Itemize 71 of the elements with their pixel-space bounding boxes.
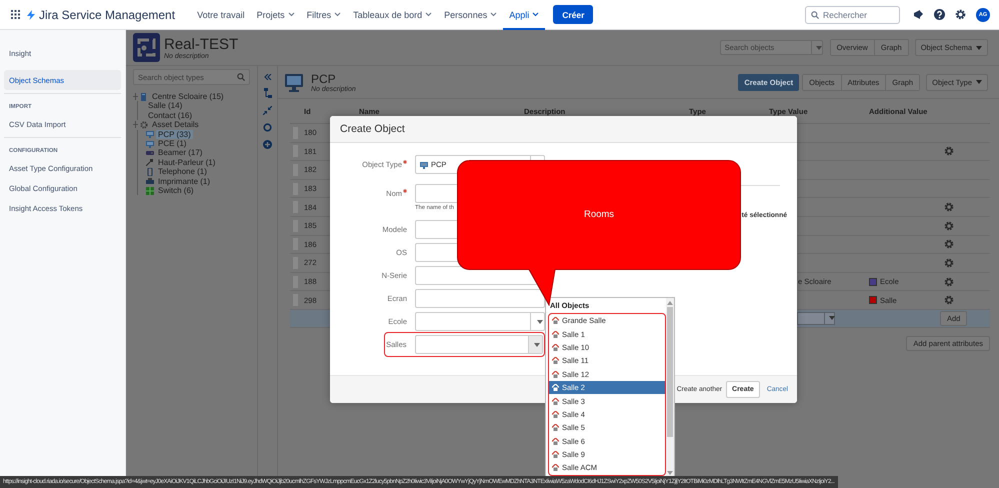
caret-icon bbox=[816, 46, 822, 50]
house-icon bbox=[552, 344, 559, 351]
required-icon bbox=[403, 189, 407, 193]
phone-icon bbox=[146, 168, 154, 176]
collapse-arrows-icon[interactable] bbox=[263, 106, 272, 115]
network-switch-icon bbox=[146, 186, 154, 195]
tree-toggle-icon[interactable] bbox=[133, 121, 138, 128]
select-field[interactable] bbox=[414, 335, 542, 354]
lightning-logo-icon bbox=[27, 10, 35, 20]
nav-menu-item[interactable]: Votre travail bbox=[191, 0, 251, 30]
tree-item[interactable]: Contact (16) bbox=[146, 110, 194, 120]
tree-item[interactable]: PCE (1) bbox=[156, 138, 188, 148]
house-icon bbox=[552, 410, 559, 418]
settings-icon bbox=[140, 120, 148, 129]
input-field[interactable] bbox=[415, 289, 545, 308]
select-field[interactable] bbox=[415, 312, 545, 331]
house-icon bbox=[552, 357, 559, 364]
caret-up-icon bbox=[667, 301, 673, 305]
tree-item[interactable]: Asset Details bbox=[150, 120, 201, 130]
house-icon bbox=[552, 370, 559, 378]
required-icon bbox=[403, 160, 407, 164]
app-grid-icon[interactable] bbox=[11, 10, 20, 19]
nav-menu-item[interactable]: Projets bbox=[250, 0, 301, 30]
house-icon bbox=[552, 330, 559, 338]
caret-icon bbox=[534, 342, 540, 346]
caret-icon bbox=[828, 316, 834, 320]
tree-toggle-icon[interactable] bbox=[133, 93, 138, 100]
house-icon bbox=[552, 451, 559, 458]
tree-item[interactable]: Telephone (1) bbox=[156, 167, 209, 177]
app-name: Jira Service Management bbox=[39, 8, 176, 22]
house-icon bbox=[552, 398, 559, 405]
house-icon bbox=[552, 384, 559, 392]
tree-item[interactable]: Switch (6) bbox=[156, 186, 196, 196]
tree-item[interactable]: Centre Scloaire (15) bbox=[150, 92, 226, 102]
tree-item[interactable]: PCP (33) bbox=[156, 130, 193, 139]
house-icon bbox=[552, 424, 559, 432]
schema-logo-icon bbox=[133, 33, 160, 62]
add-circle-icon[interactable] bbox=[263, 140, 272, 149]
refresh-icon[interactable] bbox=[263, 123, 272, 132]
help-icon[interactable] bbox=[934, 9, 945, 20]
monitor-icon bbox=[420, 160, 428, 168]
callout-text: Rooms bbox=[582, 209, 616, 220]
tree-item[interactable]: Imprimante (1) bbox=[156, 176, 212, 186]
search-icon bbox=[237, 73, 245, 81]
nav-menu-item[interactable]: Filtres bbox=[300, 0, 348, 30]
search-field[interactable]: Rechercher bbox=[805, 6, 900, 24]
caret-icon bbox=[536, 320, 542, 324]
double-chevron-left-icon[interactable] bbox=[264, 74, 272, 80]
nav-menu-item[interactable]: Personnes bbox=[438, 0, 504, 30]
object-type-title: PCP bbox=[311, 72, 337, 86]
house-icon bbox=[552, 464, 559, 472]
caret-icon bbox=[976, 80, 982, 84]
nav-menu-item[interactable]: Tableaux de bord bbox=[347, 0, 438, 30]
house-icon bbox=[552, 438, 559, 445]
book-icon bbox=[140, 92, 148, 101]
speaker-icon bbox=[146, 158, 154, 166]
settings-icon[interactable] bbox=[955, 9, 966, 20]
dialog-title: Create Object bbox=[330, 116, 797, 143]
printer-icon bbox=[146, 177, 154, 186]
notification-icon[interactable] bbox=[913, 9, 924, 20]
caret-icon bbox=[976, 46, 982, 50]
tree-item[interactable]: Beamer (17) bbox=[156, 148, 204, 158]
monitor-icon bbox=[285, 72, 303, 92]
hierarchy-icon[interactable] bbox=[264, 88, 272, 98]
tree-item[interactable]: Haut-Parleur (1) bbox=[156, 158, 218, 168]
schema-title: Real-TEST bbox=[164, 36, 238, 52]
house-icon bbox=[552, 317, 559, 324]
tree-item[interactable]: Salle (14) bbox=[146, 101, 184, 111]
scrollbar[interactable] bbox=[666, 298, 674, 477]
attribute-select[interactable] bbox=[797, 312, 835, 325]
create-button[interactable]: Créer bbox=[553, 5, 594, 24]
